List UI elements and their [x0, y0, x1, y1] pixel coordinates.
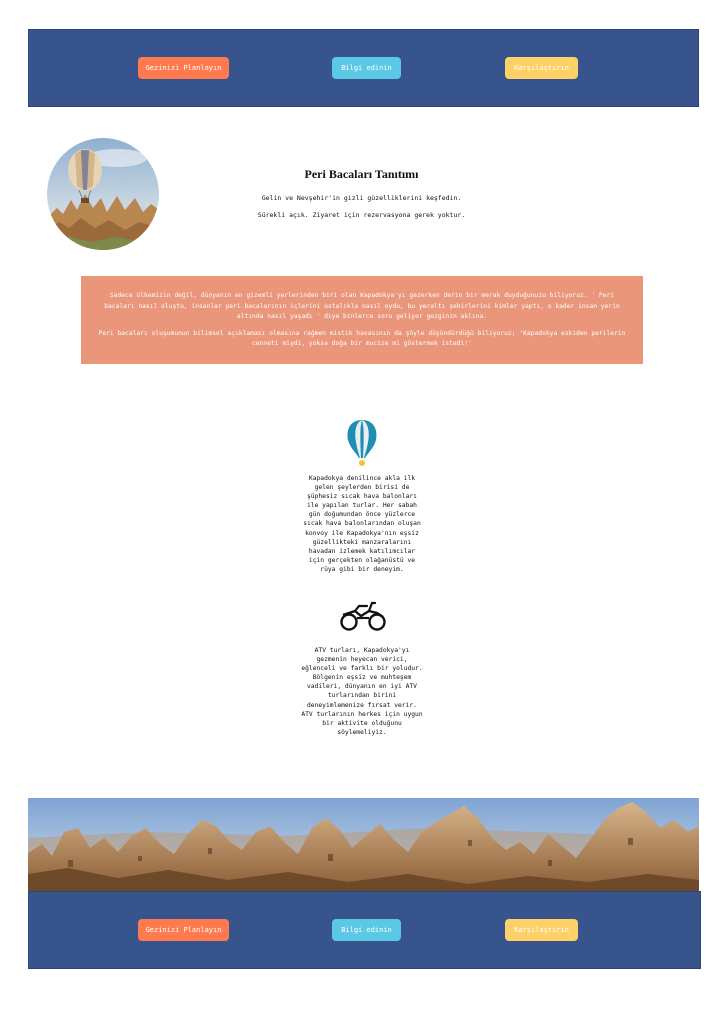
intro-paragraph: Sadece ülkemizin değil, dünyanın en gize…	[104, 292, 620, 320]
balloon-description: Kapadokya denilince akla ilk gelen şeyle…	[303, 475, 421, 573]
plan-trip-button[interactable]: Gezinizi Planlayın	[138, 919, 229, 941]
compare-button[interactable]: Karşılaştırın	[505, 57, 578, 79]
get-info-button[interactable]: Bilgi edinin	[332, 57, 401, 79]
page-title: Peri Bacaları Tanıtımı	[304, 167, 419, 181]
hot-air-balloon-icon	[344, 418, 380, 468]
bottom-nav: Gezinizi Planlayın Bilgi edinin Karşılaş…	[28, 891, 701, 969]
hero-balloon-image	[47, 138, 159, 250]
hero-subtitle: Gelin ve Nevşehir'in gizli güzelliklerin…	[261, 194, 462, 202]
hero-opening-note: Sürekli açık. Ziyaret için rezervasyona …	[257, 211, 466, 219]
fairy-chimneys-banner-image	[28, 798, 699, 891]
compare-button[interactable]: Karşılaştırın	[505, 919, 578, 941]
intro-box: Sadece ülkemizin değil, dünyanın en gize…	[81, 276, 643, 364]
intro-paragraph: Peri bacaları oluşumunun bilimsel açıkla…	[98, 329, 626, 348]
atv-quad-icon	[339, 600, 387, 632]
atv-description: ATV turları, Kapadokya'yı gezmenin heyec…	[301, 647, 423, 736]
top-nav: Gezinizi Planlayın Bilgi edinin Karşılaş…	[28, 29, 699, 107]
get-info-button[interactable]: Bilgi edinin	[332, 919, 401, 941]
plan-trip-button[interactable]: Gezinizi Planlayın	[138, 57, 229, 79]
